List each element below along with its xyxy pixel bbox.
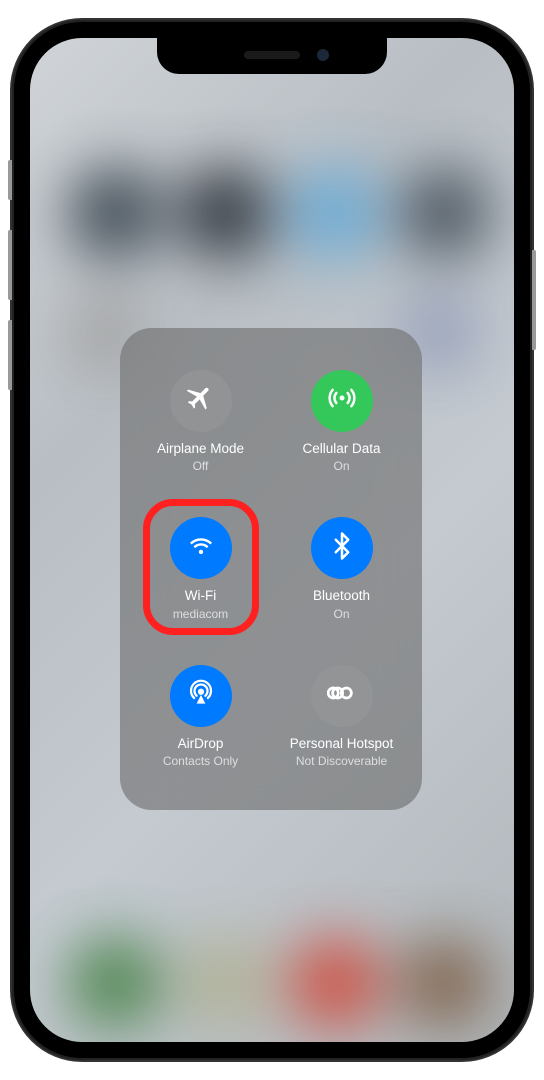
bluetooth-icon	[327, 531, 357, 566]
volume-down-button	[8, 320, 12, 390]
iphone-frame: Airplane Mode Off Cellular Data On	[12, 20, 532, 1060]
airplane-mode-button[interactable]	[170, 370, 232, 432]
mute-switch	[8, 160, 12, 200]
volume-up-button	[8, 230, 12, 300]
airdrop-icon	[186, 678, 216, 713]
personal-hotspot-button[interactable]	[311, 665, 373, 727]
screen: Airplane Mode Off Cellular Data On	[30, 38, 514, 1042]
wifi-label: Wi-Fi	[185, 587, 216, 605]
bluetooth-label: Bluetooth	[313, 587, 370, 605]
airplane-mode-status: Off	[193, 459, 209, 473]
airdrop-label: AirDrop	[178, 735, 224, 753]
airdrop-status: Contacts Only	[163, 754, 238, 768]
connectivity-panel: Airplane Mode Off Cellular Data On	[120, 328, 422, 810]
airplane-icon	[186, 383, 216, 418]
cellular-antenna-icon	[327, 383, 357, 418]
side-button	[532, 250, 536, 350]
cellular-data-label: Cellular Data	[302, 440, 380, 458]
cellular-data-tile[interactable]: Cellular Data On	[271, 348, 412, 495]
personal-hotspot-tile[interactable]: Personal Hotspot Not Discoverable	[271, 643, 412, 790]
airplane-mode-label: Airplane Mode	[157, 440, 244, 458]
wifi-icon	[186, 531, 216, 566]
personal-hotspot-label: Personal Hotspot	[290, 735, 394, 753]
airdrop-button[interactable]	[170, 665, 232, 727]
wifi-status: mediacom	[173, 607, 228, 621]
bluetooth-button[interactable]	[311, 517, 373, 579]
hotspot-link-icon	[327, 678, 357, 713]
wifi-tile[interactable]: Wi-Fi mediacom	[130, 495, 271, 642]
airplane-mode-tile[interactable]: Airplane Mode Off	[130, 348, 271, 495]
personal-hotspot-status: Not Discoverable	[296, 754, 387, 768]
cellular-data-button[interactable]	[311, 370, 373, 432]
airdrop-tile[interactable]: AirDrop Contacts Only	[130, 643, 271, 790]
wifi-button[interactable]	[170, 517, 232, 579]
notch	[157, 38, 387, 74]
cellular-data-status: On	[333, 459, 349, 473]
bluetooth-status: On	[333, 607, 349, 621]
bluetooth-tile[interactable]: Bluetooth On	[271, 495, 412, 642]
